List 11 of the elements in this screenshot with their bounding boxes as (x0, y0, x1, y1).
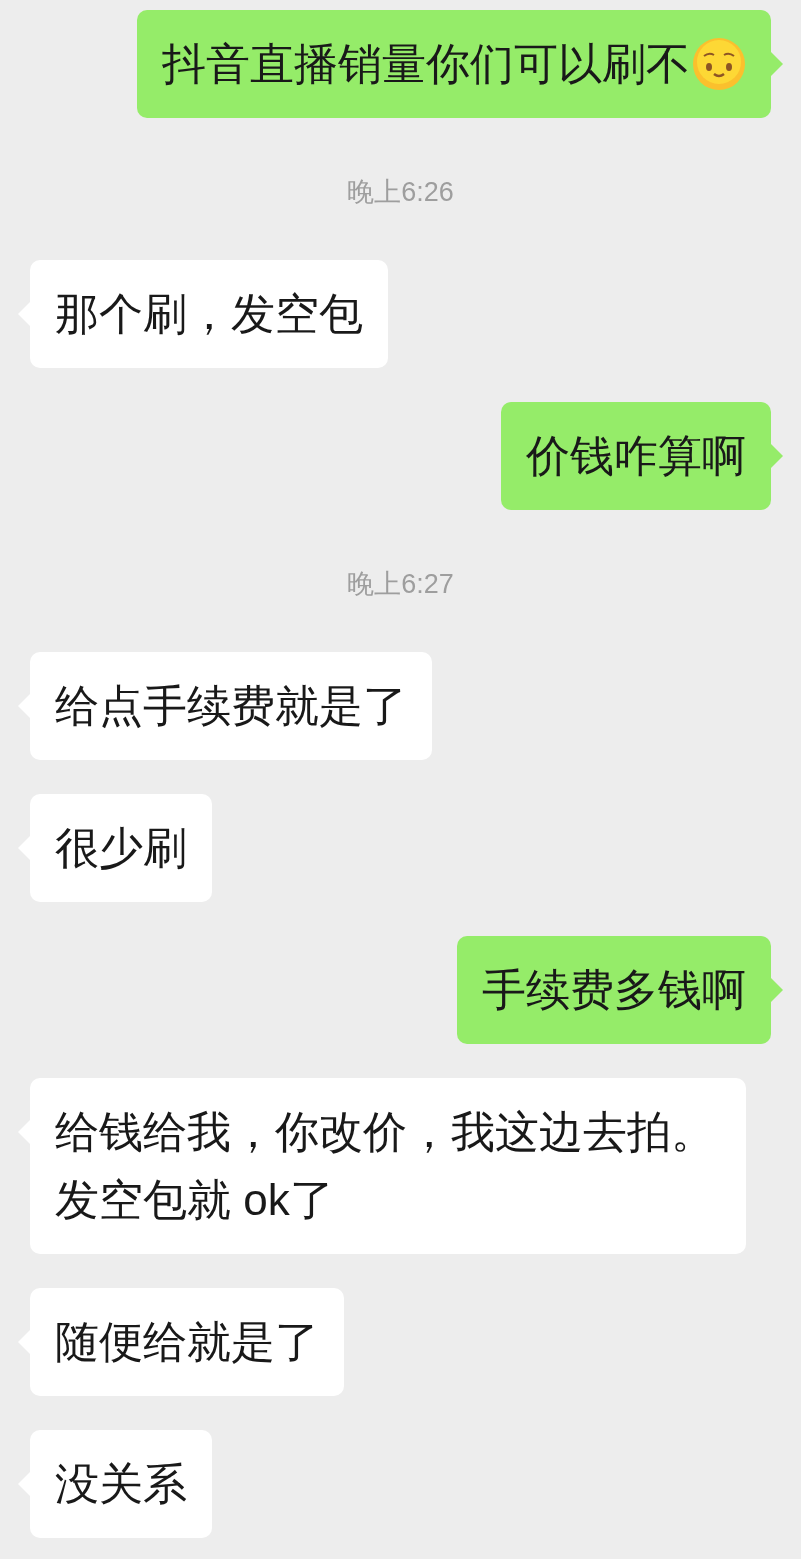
timestamp: 晚上6:27 (347, 568, 454, 601)
message-bubble: 抖音直播销量你们可以刷不 (137, 10, 771, 118)
message-bubble: 手续费多钱啊 (457, 936, 771, 1044)
message-bubble: 很少刷 (30, 794, 212, 902)
message-bubble: 那个刷，发空包 (30, 260, 388, 368)
message-bubble: 价钱咋算啊 (501, 402, 771, 510)
message-bubble: 给点手续费就是了 (30, 652, 432, 760)
message-bubble: 随便给就是了 (30, 1288, 344, 1396)
message-bubble: 给钱给我，你改价，我这边去拍。发空包就 ok了 (30, 1078, 746, 1254)
message-bubble: 没关系 (30, 1430, 212, 1538)
timestamp: 晚上6:26 (347, 176, 454, 209)
